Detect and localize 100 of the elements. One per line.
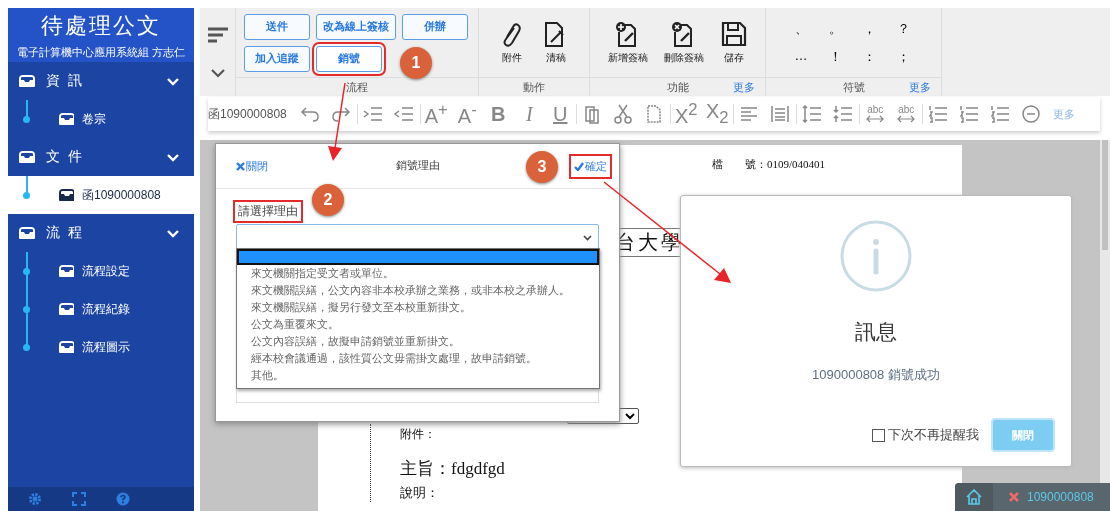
- timeline-dot: [23, 115, 30, 123]
- attachment-label: 附件：: [400, 426, 436, 443]
- checkmark-icon: [574, 161, 584, 171]
- chevron-down-icon[interactable]: [210, 67, 225, 78]
- dialog-title: 訊息: [855, 319, 897, 345]
- symbol-button[interactable]: 。: [818, 19, 852, 38]
- reset-numbering-icon[interactable]: [1021, 104, 1042, 124]
- symbol-button[interactable]: ：: [852, 47, 886, 66]
- group-label: 功能: [666, 79, 689, 95]
- inbox-icon: [58, 188, 74, 202]
- chevron-down-icon: [625, 412, 635, 420]
- field-label: 請選擇理由: [236, 203, 300, 220]
- ribbon-button[interactable]: 併辦: [402, 13, 468, 40]
- spacing-arrows-icon: [866, 115, 885, 123]
- format-button[interactable]: I: [525, 102, 533, 126]
- inbox-icon: [18, 150, 36, 164]
- section-label: 流 程: [46, 224, 85, 242]
- dropdown-option[interactable]: 來文機關指定受文者或單位。: [237, 265, 599, 282]
- dropdown-option[interactable]: 來文機關誤繕，公文內容非本校承辦之業務，或非本校之承辦人。: [237, 282, 599, 299]
- timeline-dot: [23, 343, 30, 351]
- checkbox-label[interactable]: 下次不再提醒我: [888, 426, 979, 444]
- settings-icon[interactable]: [28, 492, 42, 506]
- ribbon-button[interactable]: 加入追蹤: [244, 45, 310, 72]
- chevron-down-icon: [583, 235, 592, 241]
- home-icon: [966, 489, 982, 505]
- dropdown-option[interactable]: 經本校會議通過，該性質公文毋需掛文處理，故申請銷號。: [237, 350, 599, 367]
- symbol-button[interactable]: ！: [818, 47, 852, 66]
- format-button[interactable]: abc: [866, 105, 885, 123]
- ribbon-button[interactable]: 改為線上簽核: [316, 13, 396, 40]
- justify-icon[interactable]: [770, 104, 791, 124]
- dropdown-option[interactable]: 公文內容誤繕，故擬申請銷號並重新掛文。: [237, 333, 599, 350]
- format-button[interactable]: X$^{2}$: [674, 100, 698, 128]
- line-spacing-icon[interactable]: [802, 104, 823, 124]
- symbol-button[interactable]: ；: [886, 47, 920, 66]
- inbox-icon: [58, 302, 74, 316]
- redo-icon[interactable]: [331, 104, 352, 124]
- more-link[interactable]: 更多: [733, 79, 755, 95]
- symbol-button[interactable]: ？: [886, 19, 920, 38]
- sidebar-section[interactable]: 資 訊: [8, 62, 194, 100]
- menu-icon[interactable]: [207, 26, 228, 43]
- cut-icon[interactable]: [613, 104, 634, 124]
- dialog-title: 銷號理由: [395, 159, 440, 171]
- toolbar-button[interactable]: 刪除簽稿: [656, 20, 712, 65]
- close-icon[interactable]: [1009, 492, 1019, 502]
- sidebar-item[interactable]: 流程紀錄: [8, 290, 194, 328]
- undo-icon[interactable]: [300, 104, 321, 124]
- format-button[interactable]: B: [491, 102, 506, 126]
- toolbar-button[interactable]: 儲存: [712, 20, 756, 65]
- document-title: 函1090000808: [208, 105, 287, 123]
- spacing-arrows-icon: [897, 115, 916, 123]
- toolbar-button[interactable]: 清稿: [534, 20, 578, 65]
- confirm-button[interactable]: 確定: [572, 156, 609, 176]
- toolbar-button[interactable]: 附件: [490, 20, 534, 65]
- inbox-icon: [18, 74, 36, 88]
- format-button[interactable]: A$^{-}$: [457, 100, 477, 128]
- outdent-icon[interactable]: [394, 104, 415, 124]
- sidebar-item[interactable]: 流程設定: [8, 252, 194, 290]
- home-button[interactable]: [955, 483, 993, 511]
- timeline-line: [26, 100, 28, 119]
- user-info: 電子計算機中心應用系統組 方志仁: [16, 44, 186, 60]
- sidebar-section[interactable]: 文 件: [8, 138, 194, 176]
- format-button[interactable]: A$^{+}$: [424, 100, 448, 128]
- sidebar-section[interactable]: 流 程: [8, 214, 194, 252]
- timeline-line: [26, 176, 28, 195]
- sidebar-item[interactable]: 流程圖示: [8, 328, 194, 366]
- group-label: 符號: [842, 79, 865, 95]
- symbol-button[interactable]: ，: [852, 19, 886, 38]
- info-icon: [840, 220, 912, 292]
- group-label: 流程: [346, 79, 368, 95]
- indent-icon[interactable]: [363, 104, 384, 124]
- dropdown-option[interactable]: 來文機關誤繕，擬另行發文至本校重新掛文。: [237, 299, 599, 316]
- ribbon-button[interactable]: 送件: [244, 13, 310, 40]
- dropdown-option[interactable]: [237, 249, 599, 265]
- sidebar-title: 待處理公文: [41, 11, 161, 40]
- section-label: 資 訊: [46, 72, 85, 90]
- format-button[interactable]: X$_{2}$: [705, 100, 729, 128]
- message-text: 1090000808 銷號成功: [812, 366, 940, 384]
- sidebar-item[interactable]: 函1090000808: [8, 176, 194, 214]
- line-spacing-icon[interactable]: [833, 104, 854, 124]
- numbered-list-icon[interactable]: [959, 104, 980, 124]
- expand-icon[interactable]: [72, 492, 86, 506]
- inbox-icon: [58, 264, 74, 278]
- scrollbar-thumb[interactable]: [1102, 140, 1108, 250]
- more-link[interactable]: 更多: [909, 79, 931, 95]
- numbered-list-icon[interactable]: [990, 104, 1011, 124]
- align-left-icon[interactable]: [739, 104, 760, 124]
- help-icon[interactable]: [116, 492, 130, 506]
- format-button[interactable]: U: [553, 102, 568, 126]
- symbol-button[interactable]: 、: [784, 19, 818, 38]
- symbol-button[interactable]: …: [784, 47, 818, 66]
- checkbox[interactable]: [872, 428, 885, 442]
- numbered-list-icon[interactable]: [928, 104, 949, 124]
- format-button[interactable]: abc: [897, 105, 916, 123]
- file-number: 檔 號：0109/040401: [712, 157, 827, 172]
- close-button[interactable]: 關閉: [234, 156, 270, 176]
- sidebar-item[interactable]: 卷宗: [8, 100, 194, 138]
- dropdown-option[interactable]: 其他。: [237, 367, 599, 384]
- inbox-icon: [58, 340, 74, 354]
- dropdown-option[interactable]: 公文為重覆來文。: [237, 316, 599, 333]
- toolbar-button[interactable]: 新增簽稿: [600, 20, 656, 65]
